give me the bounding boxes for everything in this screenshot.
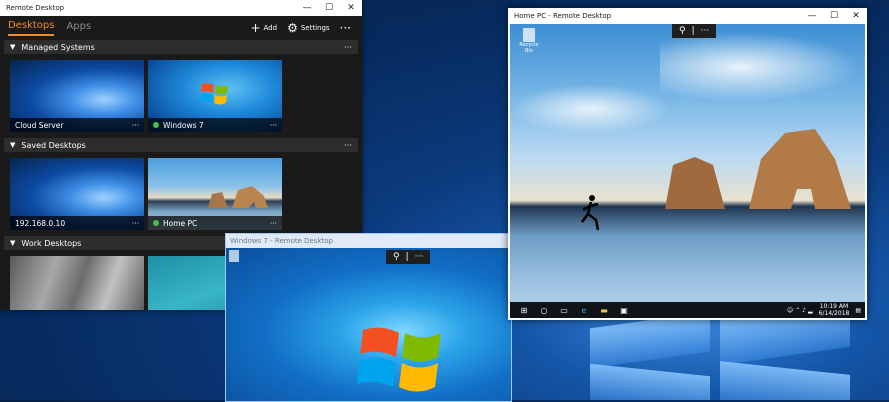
add-label: Add [263,24,278,32]
windows-logo-icon [356,318,448,401]
more-icon: ··· [339,21,351,35]
win7-title-bar[interactable]: Windows 7 - Remote Desktop [226,234,511,248]
minimize-button[interactable]: — [801,8,823,24]
window-title: Remote Desktop [6,4,65,12]
notification-icon[interactable]: ▤ [855,307,861,314]
clock[interactable]: 10:19 AM 6/14/2018 [819,303,850,317]
homepc-remote-window: Home PC - Remote Desktop — ☐ ✕ Recycle B… [508,8,867,320]
clock-time: 10:19 AM [819,303,849,310]
store-icon[interactable]: ▣ [614,306,634,315]
win7-connection-bar: ⚲ | ··· [386,250,431,264]
connected-indicator [153,220,159,226]
desktop-tile[interactable] [10,256,144,310]
cloud-decoration [510,84,670,134]
group-title: Saved Desktops [21,140,86,150]
maximize-button[interactable]: ☐ [318,0,340,16]
maximize-button[interactable]: ☐ [823,8,845,24]
cortana-icon[interactable]: ○ [534,306,554,315]
win7-desktop[interactable]: ⚲ | ··· [226,248,511,401]
tile-bar: 192.168.0.10 ··· [10,216,144,230]
chevron-down-icon: ▼ [10,43,16,51]
win7-remote-window: Windows 7 - Remote Desktop ⚲ | ··· [225,233,512,402]
more-options-button[interactable]: ··· [340,21,354,35]
settings-label: Settings [300,24,330,32]
start-icon[interactable]: ⊞ [514,306,534,315]
group-more-icon[interactable]: ··· [344,141,352,150]
main-title-bar: Remote Desktop — ☐ ✕ [0,0,362,16]
file-explorer-icon[interactable]: ▬ [594,306,614,315]
tile-name: Cloud Server [15,120,64,130]
close-button[interactable]: ✕ [845,8,867,24]
tile-more-icon[interactable]: ··· [270,121,277,130]
recycle-bin-icon[interactable] [229,250,239,262]
tab-apps[interactable]: Apps [66,21,91,35]
tile-name: Windows 7 [163,120,204,130]
group-title: Managed Systems [21,42,95,52]
group-more-icon[interactable]: ··· [344,43,352,52]
zoom-icon[interactable]: ⚲ [679,26,686,36]
group-header-managed[interactable]: ▼ Managed Systems ··· [4,40,358,54]
recycle-bin-icon[interactable]: Recycle Bin [516,28,542,54]
tiles-managed: Cloud Server ··· Windows 7 ··· [0,54,362,138]
tab-desktops[interactable]: Desktops [8,20,55,36]
homepc-desktop[interactable]: Recycle Bin ⚲ | ··· ⊞ ○ ▭ e ▬ ▣ ☺ ⌃ ♪ ▂ 1… [510,24,865,318]
desktop-icon-label: Recycle Bin [519,42,539,54]
edge-icon[interactable]: e [574,306,594,315]
tile-more-icon[interactable]: ··· [270,219,277,228]
add-button[interactable]: + Add [250,21,277,35]
gear-icon: ⚙ [287,21,298,35]
more-icon[interactable]: ··· [415,252,424,262]
tile-name: 192.168.0.10 [15,218,66,228]
plus-icon: + [250,21,261,35]
taskbar: ⊞ ○ ▭ e ▬ ▣ ☺ ⌃ ♪ ▂ 10:19 AM 6/14/2018 ▤ [510,302,865,318]
chevron-down-icon: ▼ [10,141,16,149]
tile-name: Home PC [163,218,198,228]
tile-more-icon[interactable]: ··· [132,219,139,228]
task-view-icon[interactable]: ▭ [554,306,574,315]
cloud-decoration [660,32,860,102]
settings-button[interactable]: ⚙ Settings [287,21,329,35]
homepc-title-bar[interactable]: Home PC - Remote Desktop — ☐ ✕ [508,8,867,24]
more-icon[interactable]: ··· [701,26,710,36]
group-header-saved[interactable]: ▼ Saved Desktops ··· [4,138,358,152]
minimize-button[interactable]: — [296,0,318,16]
tiles-saved: 192.168.0.10 ··· Home PC ··· [0,152,362,236]
volume-icon[interactable]: ♪ [802,307,806,314]
network-icon[interactable]: ▂ [808,307,813,314]
tile-bar: Cloud Server ··· [10,118,144,132]
system-tray: ☺ ⌃ ♪ ▂ 10:19 AM 6/14/2018 ▤ [787,303,861,317]
windows-logo-icon [200,80,230,108]
close-button[interactable]: ✕ [340,0,362,16]
chevron-up-icon[interactable]: ⌃ [795,307,800,314]
desktop-tile[interactable]: Cloud Server ··· [10,60,144,132]
zoom-icon[interactable]: ⚲ [393,252,400,262]
chevron-down-icon: ▼ [10,239,16,247]
people-icon[interactable]: ☺ [787,307,793,314]
nav-bar: Desktops Apps + Add ⚙ Settings ··· [0,16,362,40]
rock-formation-icon [665,129,855,209]
tile-more-icon[interactable]: ··· [132,121,139,130]
desktop-tile[interactable]: Windows 7 ··· [148,60,282,132]
tile-bar: Windows 7 ··· [148,118,282,132]
desktop-tile[interactable]: Home PC ··· [148,158,282,230]
runner-silhouette [580,194,602,234]
window-title: Home PC - Remote Desktop [514,12,612,20]
homepc-connection-bar: ⚲ | ··· [672,24,717,38]
clock-date: 6/14/2018 [818,310,850,317]
desktop-tile[interactable]: 192.168.0.10 ··· [10,158,144,230]
rock-formation-icon [208,186,268,208]
connected-indicator [153,122,159,128]
tile-bar: Home PC ··· [148,216,282,230]
